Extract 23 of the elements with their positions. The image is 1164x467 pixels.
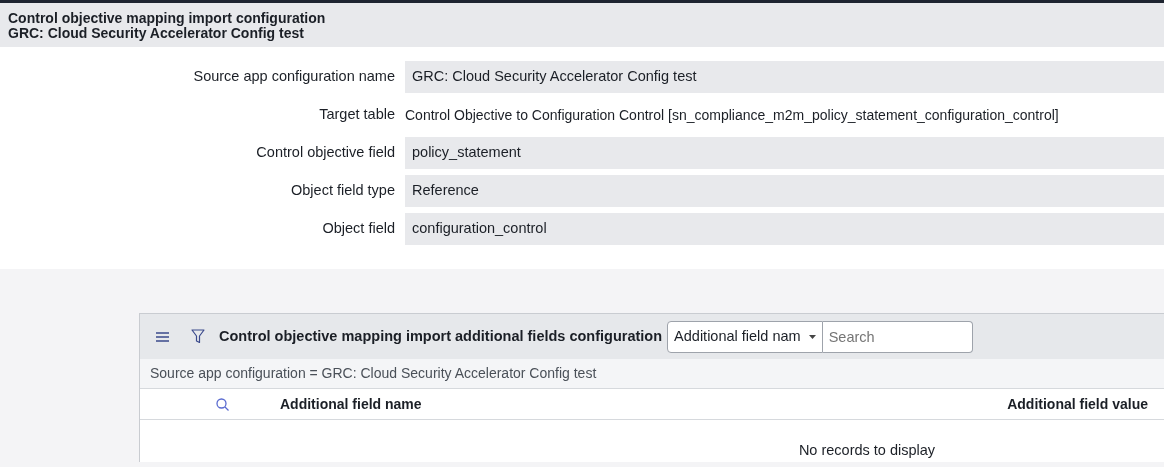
field-label: Control objective field <box>255 143 396 163</box>
field-label: Source app configuration name <box>192 67 396 87</box>
readonly-field: policy_statement <box>405 137 1164 169</box>
list-title: Control objective mapping import additional fields configuration <box>219 326 663 346</box>
menu-icon[interactable] <box>156 331 169 342</box>
readonly-field: Reference <box>405 175 1164 207</box>
empty-message: No records to display <box>797 441 937 460</box>
column-select[interactable]: Additional field nam <box>667 320 823 353</box>
filter-icon[interactable] <box>191 329 205 344</box>
field-label: Object field type <box>290 181 396 201</box>
caret-icon <box>808 334 816 339</box>
field-label: Target table <box>318 105 396 125</box>
readonly-field: GRC: Cloud Security Accelerator Config test <box>405 61 1164 93</box>
field-label: Object field <box>321 219 396 239</box>
column-header[interactable]: Additional field value <box>1007 393 1164 415</box>
column-header[interactable]: Additional field name <box>280 393 1008 415</box>
record-title: GRC: Cloud Security Accelerator Config test <box>8 26 304 41</box>
page-title: Control objective mapping import configuration <box>8 11 327 26</box>
filter-breadcrumb[interactable]: Source app configuration = GRC: Cloud Security Accelerator Config test <box>140 359 1164 389</box>
readonly-field: configuration_control <box>405 213 1164 245</box>
search-field[interactable]: Search <box>822 320 973 353</box>
search-icon[interactable] <box>215 397 229 411</box>
field-value: Control Objective to Configuration Control [sn_compliance_m2m_policy_statement_configuration_control] <box>405 105 1060 125</box>
